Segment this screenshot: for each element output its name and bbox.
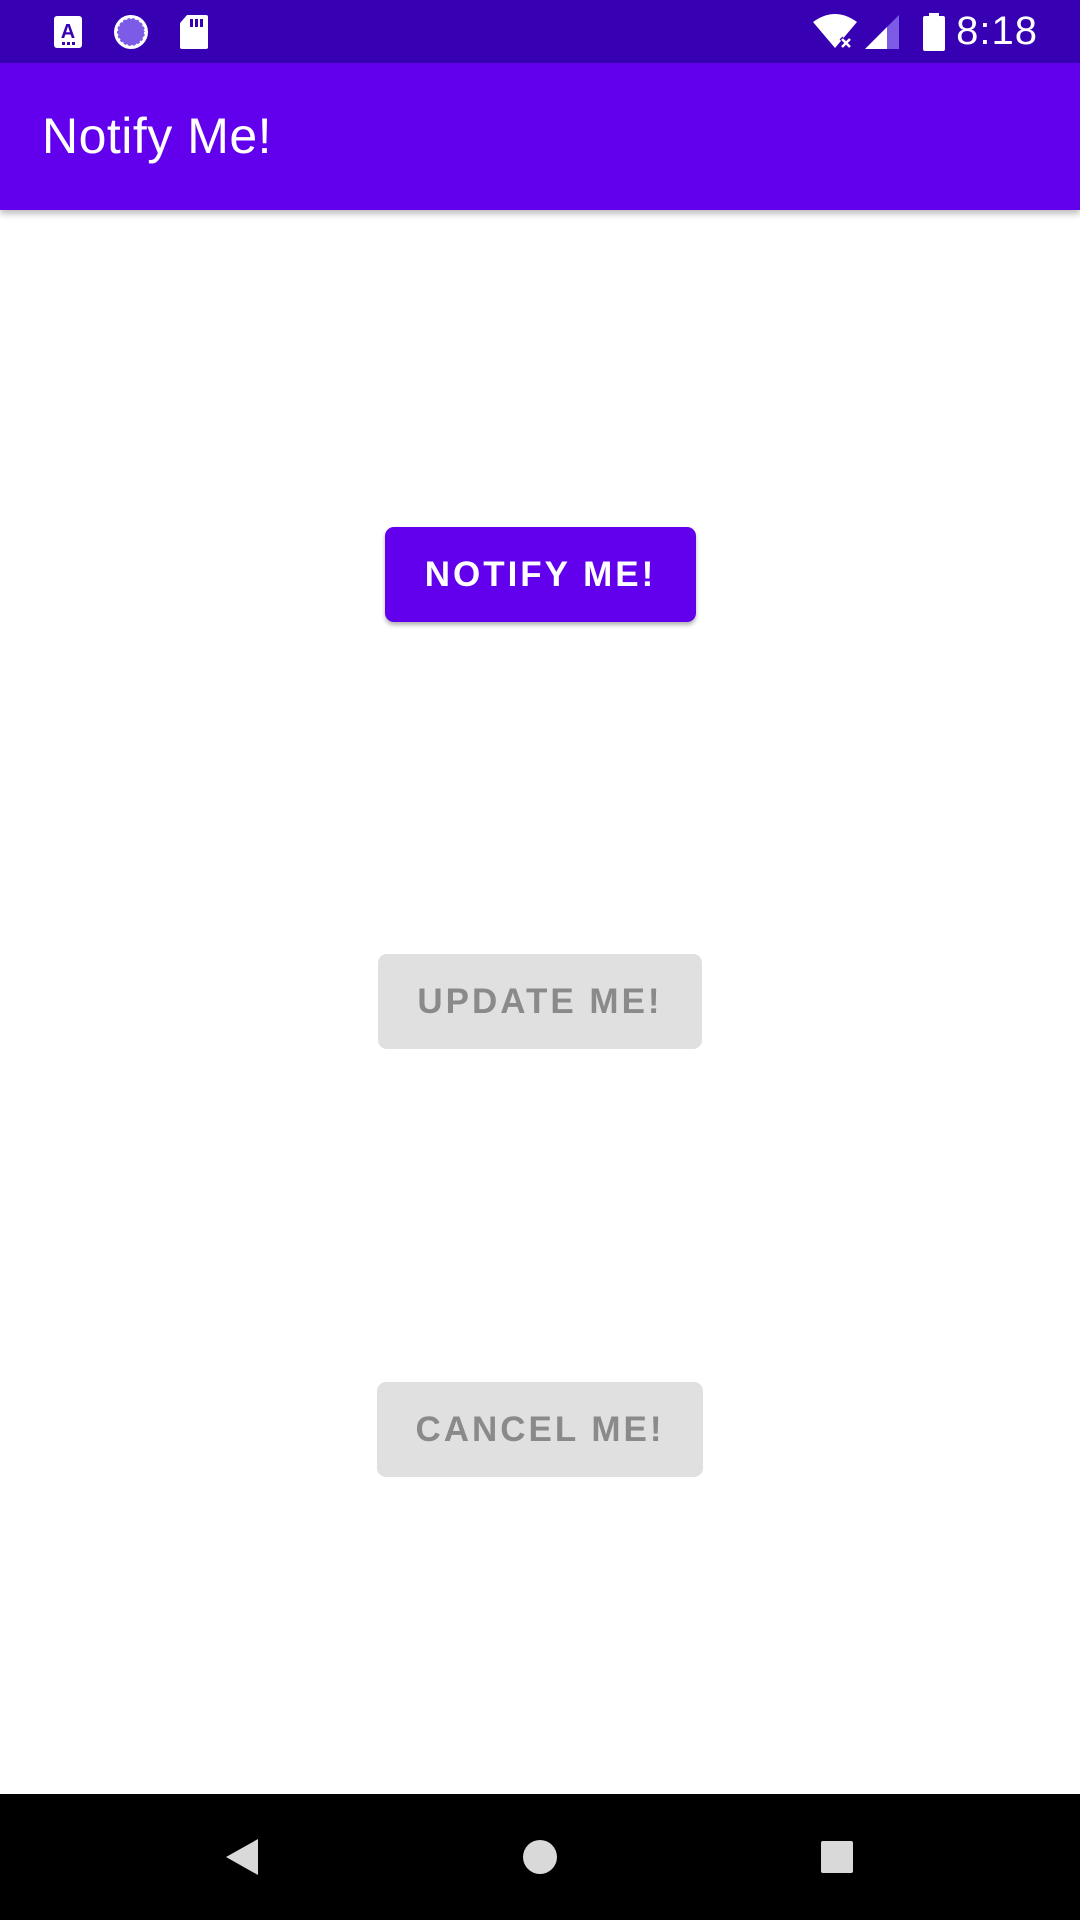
status-time: 8:18	[956, 9, 1038, 53]
svg-text:A: A	[61, 21, 75, 43]
battery-icon	[918, 0, 950, 63]
navigation-bar	[0, 1794, 1080, 1920]
update-button[interactable]: UPDATE ME!	[378, 954, 702, 1049]
cell-signal-icon	[862, 0, 902, 63]
app-a-icon: A	[48, 0, 88, 63]
wifi-off-icon	[810, 0, 860, 63]
cancel-button[interactable]: CANCEL ME!	[377, 1382, 703, 1477]
back-icon[interactable]	[182, 1794, 302, 1920]
loading-circle-icon	[110, 0, 152, 63]
app-title: Notify Me!	[42, 108, 273, 164]
sd-card-icon	[176, 0, 212, 63]
home-icon[interactable]	[480, 1794, 600, 1920]
notify-button[interactable]: NOTIFY ME!	[385, 527, 696, 622]
status-bar: A 8:18	[0, 0, 1080, 63]
recents-icon[interactable]	[777, 1794, 897, 1920]
app-bar: Notify Me!	[0, 63, 1080, 210]
